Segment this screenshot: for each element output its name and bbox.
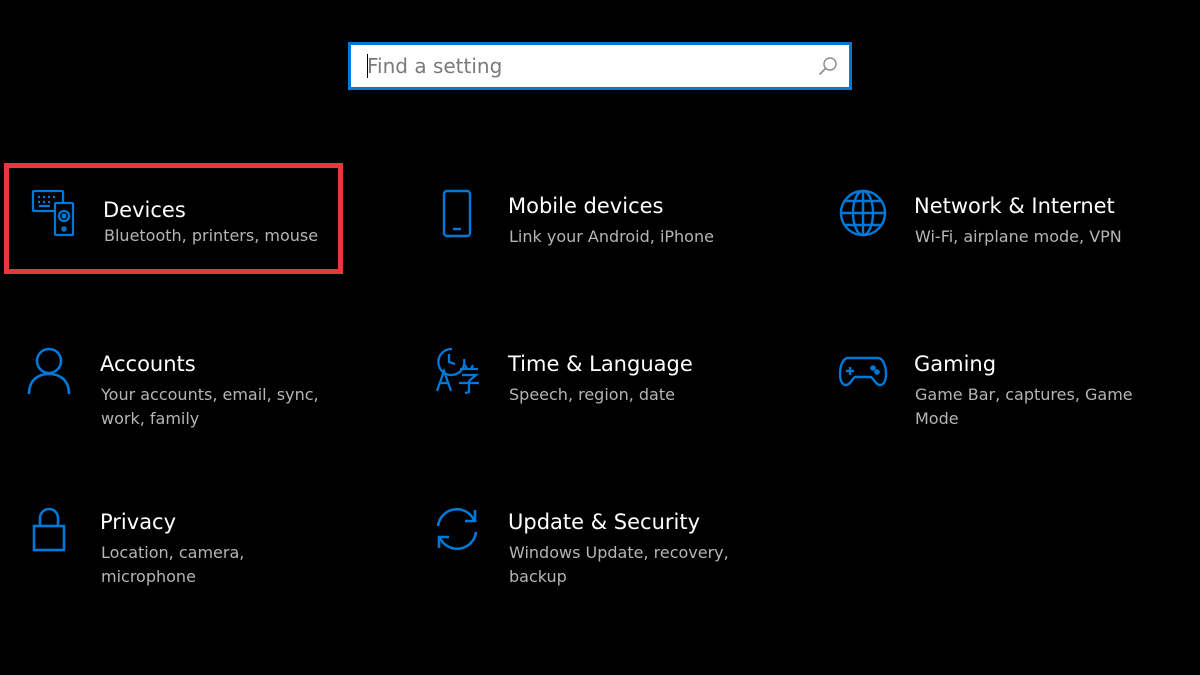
tile-gaming[interactable]: Gaming Game Bar, captures, Game Mode bbox=[818, 326, 1178, 436]
tile-privacy[interactable]: Privacy Location, camera, microphone bbox=[4, 484, 364, 594]
tile-description: Link your Android, iPhone bbox=[509, 227, 714, 246]
tile-description: Windows Update, recovery, backup bbox=[509, 543, 729, 586]
tile-title: Time & Language bbox=[508, 352, 693, 376]
tile-title: Devices bbox=[103, 198, 186, 222]
lock-icon bbox=[24, 504, 74, 554]
tile-update-security[interactable]: Update & Security Windows Update, recove… bbox=[412, 484, 772, 594]
tile-title: Update & Security bbox=[508, 510, 701, 534]
tile-description: Wi-Fi, airplane mode, VPN bbox=[915, 227, 1122, 246]
tile-time-language[interactable]: Time & Language Speech, region, date bbox=[412, 326, 772, 436]
tile-description: Game Bar, captures, Game Mode bbox=[915, 385, 1133, 428]
tile-description: Location, camera, microphone bbox=[101, 543, 245, 586]
settings-home: Devices Bluetooth, printers, mouse Mobil… bbox=[0, 0, 1200, 675]
tile-accounts[interactable]: Accounts Your accounts, email, sync, wor… bbox=[4, 326, 364, 436]
tile-description: Speech, region, date bbox=[509, 385, 675, 404]
phone-icon bbox=[432, 188, 482, 238]
gamepad-icon bbox=[838, 346, 888, 396]
tile-description: Your accounts, email, sync, work, family bbox=[101, 385, 319, 428]
tile-title: Privacy bbox=[100, 510, 177, 534]
tile-title: Accounts bbox=[100, 352, 196, 376]
person-icon bbox=[24, 346, 74, 396]
tile-mobile-devices[interactable]: Mobile devices Link your Android, iPhone bbox=[412, 168, 772, 278]
tile-title: Network & Internet bbox=[914, 194, 1115, 218]
time-language-icon bbox=[432, 346, 482, 396]
tile-title: Mobile devices bbox=[508, 194, 664, 218]
sync-icon bbox=[432, 504, 482, 554]
devices-icon bbox=[30, 189, 80, 239]
globe-icon bbox=[838, 188, 888, 238]
tile-network-internet[interactable]: Network & Internet Wi-Fi, airplane mode,… bbox=[818, 168, 1178, 278]
tile-devices[interactable]: Devices Bluetooth, printers, mouse bbox=[4, 163, 343, 274]
search-icon[interactable] bbox=[817, 55, 839, 77]
text-caret bbox=[367, 54, 368, 78]
tile-title: Gaming bbox=[914, 352, 997, 376]
tile-description: Bluetooth, printers, mouse bbox=[104, 226, 319, 245]
search-box[interactable] bbox=[348, 42, 852, 90]
search-input[interactable] bbox=[367, 45, 807, 87]
